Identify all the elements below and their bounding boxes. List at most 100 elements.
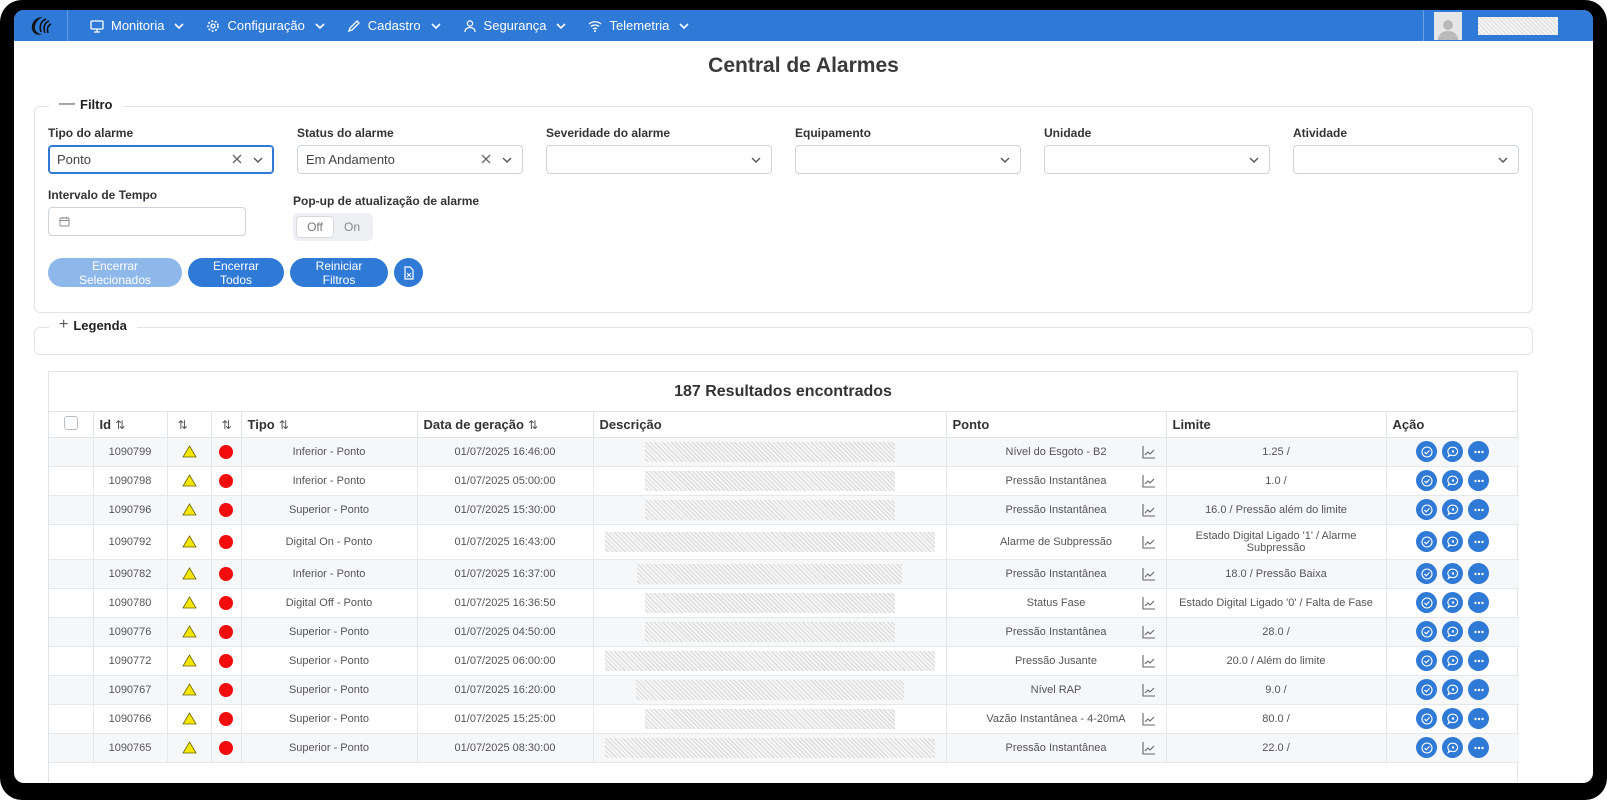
check-icon[interactable] bbox=[1416, 531, 1438, 552]
more-options-icon[interactable] bbox=[1468, 499, 1490, 520]
nav-monitoria[interactable]: Monitoria bbox=[90, 18, 185, 33]
nav-cadastro-label: Cadastro bbox=[367, 18, 421, 33]
clear-icon[interactable] bbox=[231, 153, 243, 165]
comment-icon[interactable] bbox=[1442, 592, 1464, 613]
popup-toggle-on[interactable]: On bbox=[334, 216, 370, 238]
nav-configuracao[interactable]: Configuração bbox=[206, 18, 325, 33]
row-select-cell bbox=[49, 495, 94, 525]
more-options-icon[interactable] bbox=[1468, 531, 1490, 552]
more-options-icon[interactable] bbox=[1468, 441, 1490, 462]
trend-chart-icon[interactable] bbox=[1141, 596, 1156, 610]
more-options-icon[interactable] bbox=[1468, 708, 1490, 729]
encerrar-todos-button[interactable]: Encerrar Todos bbox=[188, 258, 284, 287]
comment-icon[interactable] bbox=[1442, 679, 1464, 700]
nav-seguranca[interactable]: Segurança bbox=[463, 18, 567, 33]
check-icon[interactable] bbox=[1416, 499, 1438, 520]
table-row[interactable]: 1090765 Superior - Ponto 01/07/2025 08:30:… bbox=[49, 733, 1519, 763]
check-icon[interactable] bbox=[1416, 470, 1438, 491]
pencil-icon bbox=[347, 19, 361, 33]
sort-icon[interactable]: ⇅ bbox=[222, 418, 232, 432]
comment-icon[interactable] bbox=[1442, 708, 1464, 729]
table-row[interactable]: 1090772 Superior - Ponto 01/07/2025 06:00:… bbox=[49, 646, 1519, 676]
sort-icon[interactable]: ⇅ bbox=[279, 418, 289, 432]
table-row[interactable]: 1090780 Digital Off - Ponto 01/07/2025 16:… bbox=[49, 588, 1519, 618]
table-row[interactable]: 1090766 Superior - Ponto 01/07/2025 15:25:… bbox=[49, 704, 1519, 734]
more-options-icon[interactable] bbox=[1468, 650, 1490, 671]
filter-toggle[interactable]: — Filtro bbox=[49, 95, 123, 113]
clear-icon[interactable] bbox=[480, 153, 492, 165]
check-icon[interactable] bbox=[1416, 592, 1438, 613]
comment-icon[interactable] bbox=[1442, 441, 1464, 462]
trend-chart-icon[interactable] bbox=[1141, 741, 1156, 755]
check-icon[interactable] bbox=[1416, 737, 1438, 758]
comment-icon[interactable] bbox=[1442, 737, 1464, 758]
more-options-icon[interactable] bbox=[1468, 621, 1490, 642]
col-tipo[interactable]: Tipo ⇅ bbox=[241, 412, 418, 438]
unidade-select[interactable] bbox=[1044, 145, 1270, 174]
tipo-alarme-select[interactable]: Ponto bbox=[48, 145, 274, 174]
reiniciar-filtros-button[interactable]: Reiniciar Filtros bbox=[290, 258, 388, 287]
descricao-redacted bbox=[644, 621, 895, 642]
encerrar-selecionados-button[interactable]: Encerrar Selecionados bbox=[48, 258, 182, 287]
trend-chart-icon[interactable] bbox=[1141, 567, 1156, 581]
sort-icon[interactable]: ⇅ bbox=[115, 418, 125, 432]
check-icon[interactable] bbox=[1416, 650, 1438, 671]
popup-toggle[interactable]: Off On bbox=[293, 213, 373, 241]
popup-toggle-off[interactable]: Off bbox=[296, 216, 334, 238]
intervalo-date-input[interactable] bbox=[48, 207, 246, 236]
nav-monitoria-label: Monitoria bbox=[111, 18, 165, 33]
more-options-icon[interactable] bbox=[1468, 592, 1490, 613]
comment-icon[interactable] bbox=[1442, 621, 1464, 642]
alarm-active-icon bbox=[219, 534, 233, 549]
sort-icon[interactable]: ⇅ bbox=[528, 418, 538, 432]
select-all-checkbox[interactable] bbox=[63, 415, 78, 430]
export-excel-button[interactable] bbox=[394, 258, 423, 287]
table-row[interactable]: 1090792 Digital On - Ponto 01/07/2025 16:4… bbox=[49, 524, 1519, 560]
alarm-active-icon bbox=[219, 740, 233, 755]
table-row[interactable]: 1090798 Inferior - Ponto 01/07/2025 05:00:… bbox=[49, 466, 1519, 496]
trend-chart-icon[interactable] bbox=[1141, 712, 1156, 726]
more-options-icon[interactable] bbox=[1468, 737, 1490, 758]
check-icon[interactable] bbox=[1416, 441, 1438, 462]
atividade-select[interactable] bbox=[1293, 145, 1519, 174]
sort-icon[interactable]: ⇅ bbox=[178, 418, 188, 432]
trend-chart-icon[interactable] bbox=[1141, 654, 1156, 668]
app-logo[interactable] bbox=[14, 10, 68, 41]
check-icon[interactable] bbox=[1416, 679, 1438, 700]
more-options-icon[interactable] bbox=[1468, 470, 1490, 491]
more-options-icon[interactable] bbox=[1468, 679, 1490, 700]
trend-chart-icon[interactable] bbox=[1141, 625, 1156, 639]
table-row[interactable]: 1090767 Superior - Ponto 01/07/2025 16:20:… bbox=[49, 675, 1519, 705]
comment-icon[interactable] bbox=[1442, 650, 1464, 671]
equipamento-select[interactable] bbox=[795, 145, 1021, 174]
check-icon[interactable] bbox=[1416, 621, 1438, 642]
row-tipo: Inferior - Ponto bbox=[241, 437, 418, 467]
severidade-select[interactable] bbox=[546, 145, 772, 174]
nav-cadastro[interactable]: Cadastro bbox=[347, 18, 441, 33]
comment-icon[interactable] bbox=[1442, 563, 1464, 584]
table-row[interactable]: 1090776 Superior - Ponto 01/07/2025 04:50:… bbox=[49, 617, 1519, 647]
col-id[interactable]: Id ⇅ bbox=[93, 412, 168, 438]
user-menu[interactable] bbox=[1423, 10, 1593, 41]
trend-chart-icon[interactable] bbox=[1141, 535, 1156, 549]
comment-icon[interactable] bbox=[1442, 531, 1464, 552]
status-alarme-select[interactable]: Em Andamento bbox=[297, 145, 523, 174]
trend-chart-icon[interactable] bbox=[1141, 503, 1156, 517]
more-options-icon[interactable] bbox=[1468, 563, 1490, 584]
check-icon[interactable] bbox=[1416, 708, 1438, 729]
table-row[interactable]: 1090799 Inferior - Ponto 01/07/2025 16:46:… bbox=[49, 437, 1519, 467]
trend-chart-icon[interactable] bbox=[1141, 683, 1156, 697]
col-status[interactable]: ⇅ bbox=[211, 412, 242, 438]
legenda-toggle[interactable]: + Legenda bbox=[49, 316, 137, 334]
comment-icon[interactable] bbox=[1442, 499, 1464, 520]
trend-chart-icon[interactable] bbox=[1141, 445, 1156, 459]
col-severity[interactable]: ⇅ bbox=[167, 412, 212, 438]
trend-chart-icon[interactable] bbox=[1141, 474, 1156, 488]
table-row[interactable]: 1090782 Inferior - Ponto 01/07/2025 16:37:… bbox=[49, 559, 1519, 589]
severidade-field: Severidade do alarme bbox=[546, 126, 772, 174]
table-row[interactable]: 1090796 Superior - Ponto 01/07/2025 15:30:… bbox=[49, 495, 1519, 525]
check-icon[interactable] bbox=[1416, 563, 1438, 584]
comment-icon[interactable] bbox=[1442, 470, 1464, 491]
col-data[interactable]: Data de geração ⇅ bbox=[417, 412, 594, 438]
nav-telemetria[interactable]: Telemetria bbox=[588, 18, 689, 33]
